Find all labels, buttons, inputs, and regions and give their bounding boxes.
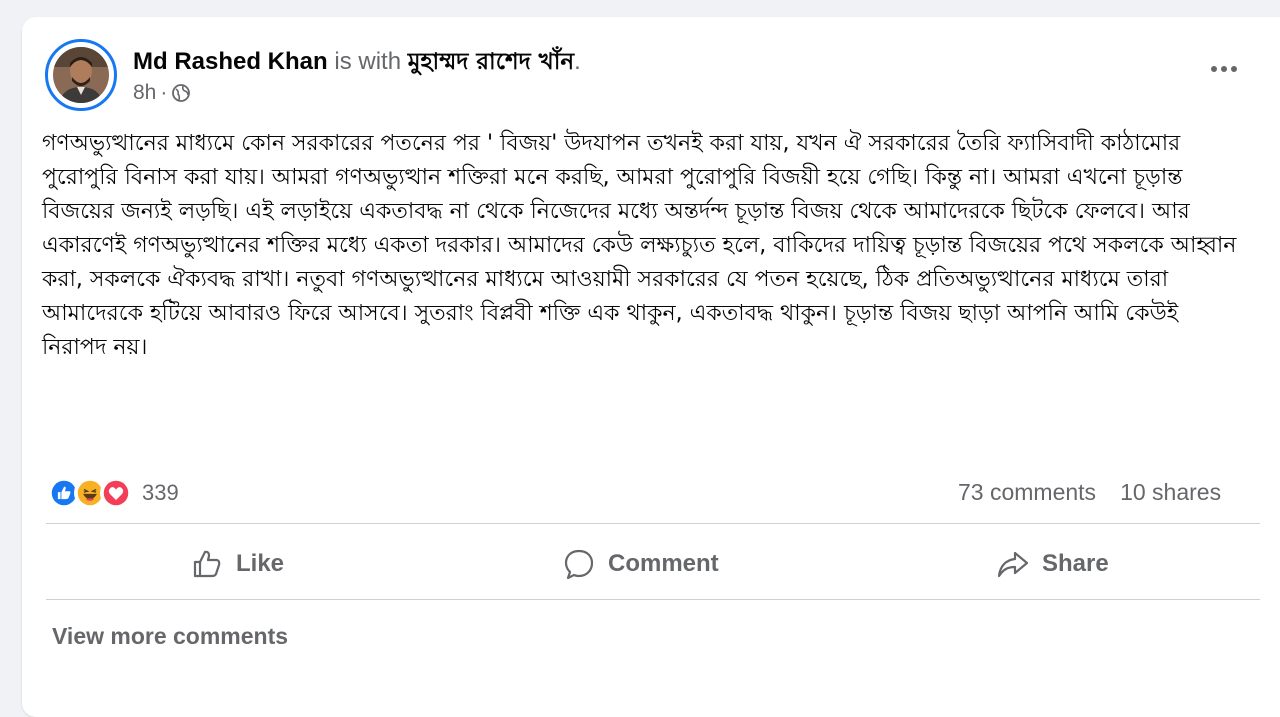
more-options-icon[interactable] [1202,54,1246,84]
meta-separator: · [160,81,168,104]
reaction-icons [48,477,132,509]
tagged-suffix: . [574,48,581,75]
more-dot [1221,66,1227,72]
view-more-comments-link[interactable]: View more comments [52,623,288,650]
avatar-photo [53,47,109,103]
share-button[interactable]: Share [996,543,1109,585]
love-reaction-icon [100,477,132,509]
like-label: Like [236,550,285,577]
more-dot [1231,66,1237,72]
reaction-count: 339 [142,480,179,505]
globe-icon[interactable] [171,83,191,103]
like-button[interactable]: Like [190,543,284,585]
comments-count-link[interactable]: 73 comments [958,479,1096,506]
tagged-person-name[interactable]: মুহাম্মদ রাশেদ খাঁন [408,49,574,75]
author-name[interactable]: Md Rashed Khan [133,48,328,75]
share-icon [997,551,1029,578]
post-meta: 8h · [133,81,191,105]
engagement-stats: 73 comments 10 shares [958,479,1221,506]
with-text: is with [327,48,408,75]
divider [46,599,1260,600]
comment-icon [564,549,594,580]
share-label: Share [1042,550,1109,577]
shares-count-link[interactable]: 10 shares [1120,479,1221,506]
post-header: Md Rashed Khan is with মুহাম্মদ রাশেদ খা… [133,43,581,82]
comment-button[interactable]: Comment [562,543,719,585]
like-icon [193,550,221,578]
post-body-text: গণঅভ্যুত্থানের মাধ্যমে কোন সরকারের পতনের… [42,131,1237,360]
post-card: Md Rashed Khan is with মুহাম্মদ রাশেদ খা… [22,17,1280,717]
reactions-summary[interactable]: 339 [48,477,179,509]
divider [46,523,1260,524]
more-dot [1211,66,1217,72]
author-avatar-ring[interactable] [45,39,117,111]
post-timestamp[interactable]: 8h [133,81,156,105]
avatar[interactable] [53,47,109,103]
comment-label: Comment [608,550,719,577]
